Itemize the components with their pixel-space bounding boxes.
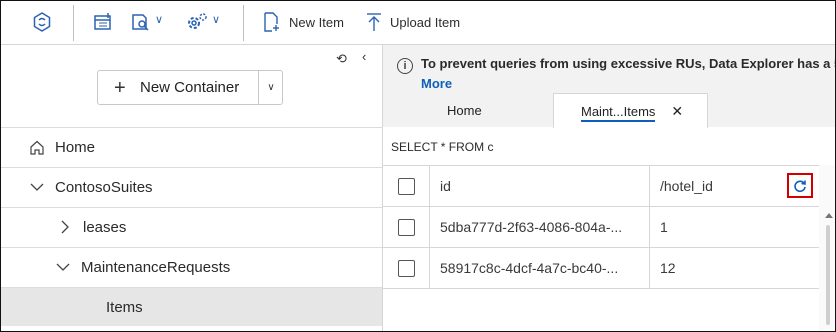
table-row[interactable]: 58917c8c-4dcf-4a7c-bc40-... 12 xyxy=(383,248,819,289)
toolbar-separator xyxy=(243,5,244,41)
upload-item-label: Upload Item xyxy=(390,14,461,30)
tree-item-label: ContosoSuites xyxy=(55,178,153,196)
tree-item-container-maintenance[interactable]: MaintenanceRequests xyxy=(1,247,382,286)
upload-icon xyxy=(366,12,382,32)
chevron-right-icon[interactable] xyxy=(57,220,73,234)
chevron-down-icon[interactable]: ∨ xyxy=(212,13,220,26)
plus-icon: + xyxy=(114,76,126,99)
cell-id[interactable]: 58917c8c-4dcf-4a7c-bc40-... xyxy=(440,248,618,288)
tab-label: Maint...Items xyxy=(581,104,656,122)
column-divider xyxy=(429,165,430,288)
resource-tree-panel: ⟲ ‹ + New Container ∨ Home ContosoSuites… xyxy=(1,45,383,331)
banner-message: To prevent queries from using excessive … xyxy=(421,56,836,71)
command-bar: ∨ ∨ New Item Upload Item xyxy=(1,1,835,45)
home-icon xyxy=(29,140,45,155)
chevron-down-icon[interactable] xyxy=(55,263,71,272)
new-sql-query-icon[interactable] xyxy=(129,11,153,33)
refresh-tree-icon[interactable]: ⟲ xyxy=(336,51,347,67)
close-icon[interactable]: ✕ xyxy=(671,103,683,120)
new-container-label: New Container xyxy=(140,79,240,96)
collapse-panel-icon[interactable]: ‹ xyxy=(362,49,366,64)
refresh-documents-button[interactable] xyxy=(787,173,813,198)
column-header-hotel-id[interactable]: /hotel_id xyxy=(660,166,713,206)
new-item-label: New Item xyxy=(289,14,344,30)
more-link[interactable]: More xyxy=(421,76,452,91)
info-icon: i xyxy=(397,58,413,74)
new-item-button[interactable]: New Item xyxy=(263,11,344,33)
tree-item-label: Home xyxy=(55,138,96,156)
toolbar-separator xyxy=(73,5,74,41)
row-checkbox[interactable] xyxy=(398,260,415,277)
tab-home[interactable]: Home xyxy=(447,93,482,127)
tree-item-label: Items xyxy=(106,298,143,316)
chevron-down-icon[interactable] xyxy=(29,183,45,192)
upload-item-button[interactable]: Upload Item xyxy=(366,11,460,33)
split-divider xyxy=(258,71,259,104)
cell-hotel-id[interactable]: 1 xyxy=(660,207,668,247)
tree-item-container-leases[interactable]: leases xyxy=(1,207,382,246)
row-checkbox[interactable] xyxy=(398,219,415,236)
chevron-down-icon[interactable]: ∨ xyxy=(155,13,163,26)
new-document-grid-icon[interactable] xyxy=(91,11,115,33)
gear-settings-icon[interactable] xyxy=(185,11,209,33)
tree-item-database[interactable]: ContosoSuites xyxy=(1,167,382,206)
column-divider xyxy=(649,165,650,288)
select-all-checkbox[interactable] xyxy=(398,178,415,195)
cell-id[interactable]: 5dba777d-2f63-4086-804a-... xyxy=(440,207,622,247)
scrollbar-thumb[interactable] xyxy=(826,225,830,325)
documents-panel: i To prevent queries from using excessiv… xyxy=(383,45,835,331)
tab-label: Home xyxy=(447,102,482,118)
new-container-button[interactable]: + New Container ∨ xyxy=(97,70,283,105)
info-banner: i To prevent queries from using excessiv… xyxy=(383,45,836,128)
tab-items[interactable]: Maint...Items ✕ xyxy=(553,93,708,128)
tree-item-label: leases xyxy=(83,218,127,236)
tree-item-items[interactable]: Items xyxy=(1,287,382,326)
grid-header-row: id /hotel_id xyxy=(383,166,819,207)
tree-item-label: MaintenanceRequests xyxy=(81,258,231,276)
new-item-icon xyxy=(263,12,281,32)
chevron-down-icon[interactable]: ∨ xyxy=(260,71,282,104)
scroll-up-arrow-icon[interactable] xyxy=(825,213,833,218)
tree-item-home[interactable]: Home xyxy=(1,127,382,166)
table-row[interactable]: 5dba777d-2f63-4086-804a-... 1 xyxy=(383,207,819,248)
column-header-id[interactable]: id xyxy=(440,166,451,206)
cell-hotel-id[interactable]: 12 xyxy=(660,248,676,288)
query-text[interactable]: SELECT * FROM c xyxy=(391,140,493,154)
cosmos-logo-icon[interactable] xyxy=(30,11,54,33)
refresh-icon xyxy=(794,179,806,192)
data-explorer-window: ∨ ∨ New Item Upload Item ⟲ ‹ + New Conta… xyxy=(0,0,836,332)
